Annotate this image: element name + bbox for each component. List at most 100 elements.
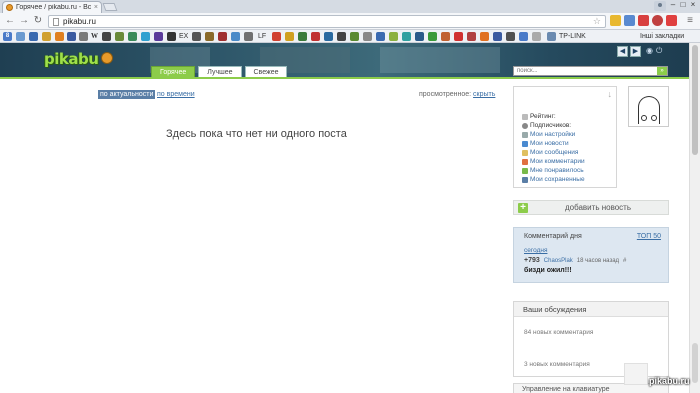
bookmark-icon[interactable] <box>324 32 333 41</box>
scrollbar-thumb-lower[interactable] <box>692 343 698 383</box>
prev-arrow-icon[interactable]: ◀ <box>617 46 628 57</box>
bookmark-icon[interactable] <box>415 32 424 41</box>
reload-icon[interactable]: ↻ <box>32 15 44 27</box>
top50-link[interactable]: ТОП 50 <box>637 233 661 240</box>
search-button[interactable]: » <box>657 67 667 75</box>
bookmark-icon[interactable] <box>154 32 163 41</box>
bookmark-icon[interactable] <box>102 32 111 41</box>
android-bookmark-icon[interactable] <box>389 32 398 41</box>
url-text[interactable]: pikabu.ru <box>63 17 589 26</box>
today-link[interactable]: сегодня <box>524 247 547 254</box>
bookmark-icon[interactable] <box>376 32 385 41</box>
maximize-button[interactable]: □ <box>678 0 688 10</box>
comment-score: +793 <box>524 257 540 264</box>
rating-label: Рейтинг: <box>530 113 556 120</box>
bookmark-icon[interactable] <box>454 32 463 41</box>
extension-icon[interactable] <box>610 15 621 26</box>
add-news-button[interactable]: + добавить новость <box>513 200 669 215</box>
bookmark-icon[interactable] <box>441 32 450 41</box>
bookmark-icon[interactable] <box>519 32 528 41</box>
bookmark-icon[interactable] <box>285 32 294 41</box>
bookmark-icon[interactable] <box>29 32 38 41</box>
extension-icon[interactable] <box>624 15 635 26</box>
liked-link[interactable]: Мне понравилось <box>522 166 585 175</box>
bookmark-icon[interactable] <box>192 32 201 41</box>
bookmark-icon[interactable] <box>506 32 515 41</box>
bookmark-icon[interactable] <box>337 32 346 41</box>
bookmark-icon[interactable] <box>363 32 372 41</box>
avatar[interactable] <box>628 86 669 127</box>
comment-permalink[interactable]: # <box>623 258 626 264</box>
bookmark-icon[interactable] <box>493 32 502 41</box>
search-input[interactable] <box>514 67 657 75</box>
bookmark-icon[interactable] <box>218 32 227 41</box>
tab-fresh[interactable]: Свежее <box>244 66 288 77</box>
bookmark-icon[interactable] <box>298 32 307 41</box>
new-tab-button[interactable] <box>102 3 118 11</box>
collapse-arrow-icon[interactable]: ↓ <box>608 89 613 99</box>
sort-by-time[interactable]: по времени <box>157 90 195 99</box>
bookmark-icon[interactable] <box>467 32 476 41</box>
bookmark-icon[interactable] <box>231 32 240 41</box>
bookmark-icon[interactable] <box>67 32 76 41</box>
browser-tab[interactable]: Горячее / pikabu.ru - Все × <box>2 1 102 13</box>
back-arrow-icon[interactable]: ← <box>4 15 16 27</box>
bookmark-star-icon[interactable]: ☆ <box>593 16 601 27</box>
comment-author[interactable]: ChaosPlak <box>544 258 573 264</box>
tplink-bookmark-icon[interactable] <box>547 32 556 41</box>
bookmark-icon[interactable] <box>16 32 25 41</box>
scroll-top-widget[interactable] <box>624 363 648 385</box>
comments-link[interactable]: Мои комментарии <box>522 157 585 166</box>
other-bookmarks-folder[interactable]: Інші закладки <box>640 32 684 41</box>
address-bar[interactable]: pikabu.ru ☆ <box>48 15 606 28</box>
discussion-item[interactable]: 84 новых комментария <box>524 329 593 336</box>
bookmark-icon[interactable] <box>311 32 320 41</box>
bookmark-icon[interactable] <box>532 32 541 41</box>
next-arrow-icon[interactable]: ▶ <box>630 46 641 57</box>
bookmark-icon[interactable] <box>205 32 214 41</box>
menu-icon[interactable]: ≡ <box>684 15 696 27</box>
bookmark-icon[interactable] <box>42 32 51 41</box>
eye-icon[interactable]: ◉ <box>646 46 653 56</box>
bookmark-icon[interactable] <box>141 32 150 41</box>
bookmark-icon[interactable] <box>115 32 124 41</box>
page-scrollbar[interactable] <box>689 43 700 393</box>
bookmark-icon[interactable] <box>480 32 489 41</box>
exit-icon[interactable]: ⏻ <box>656 46 662 56</box>
extension-icon[interactable] <box>666 15 677 26</box>
bookmark-icon[interactable] <box>79 32 88 41</box>
bookmark-icon[interactable] <box>402 32 411 41</box>
hide-viewed-link[interactable]: скрыть <box>473 91 495 98</box>
bookmark-icon[interactable] <box>55 32 64 41</box>
forward-arrow-icon[interactable]: → <box>18 15 30 27</box>
bookmark-icon[interactable] <box>350 32 359 41</box>
wikipedia-bookmark[interactable]: W <box>91 32 98 41</box>
bookmark-icon[interactable] <box>128 32 137 41</box>
bookmark-icon[interactable] <box>272 32 281 41</box>
saved-link[interactable]: Мои сохраненные <box>522 175 585 184</box>
sort-by-relevance[interactable]: по актуальности <box>98 90 156 99</box>
opera-extension-icon[interactable] <box>652 15 663 26</box>
extension-icon[interactable] <box>638 15 649 26</box>
pikabu-logo[interactable]: pikabu <box>44 50 99 68</box>
scrollbar-thumb[interactable] <box>692 45 698 155</box>
close-window-button[interactable]: × <box>688 0 698 10</box>
user-profile-icon[interactable] <box>654 1 666 11</box>
discussion-item[interactable]: 3 новых комментария <box>524 361 590 368</box>
bookmark-icon[interactable] <box>167 32 176 41</box>
settings-link[interactable]: Мои настройки <box>522 130 585 139</box>
bookmark-ex[interactable]: EX <box>179 32 188 41</box>
tplink-bookmark[interactable]: TP-LINK <box>559 32 586 41</box>
bookmark-icon[interactable] <box>244 32 253 41</box>
messages-label: Мои сообщения <box>530 149 579 156</box>
bookmark-icon[interactable] <box>428 32 437 41</box>
logo-ball-icon <box>101 52 113 64</box>
my-news-link[interactable]: Мои новости <box>522 139 585 148</box>
bookmark-icon[interactable]: 8 <box>3 32 12 41</box>
messages-link[interactable]: Мои сообщения <box>522 148 585 157</box>
tab-best[interactable]: Лучшее <box>198 66 242 77</box>
tab-hot[interactable]: Горячее <box>151 66 196 77</box>
tab-close-icon[interactable]: × <box>94 4 98 11</box>
bookmark-lf[interactable]: LF <box>258 32 266 41</box>
minimize-button[interactable]: – <box>668 0 678 10</box>
